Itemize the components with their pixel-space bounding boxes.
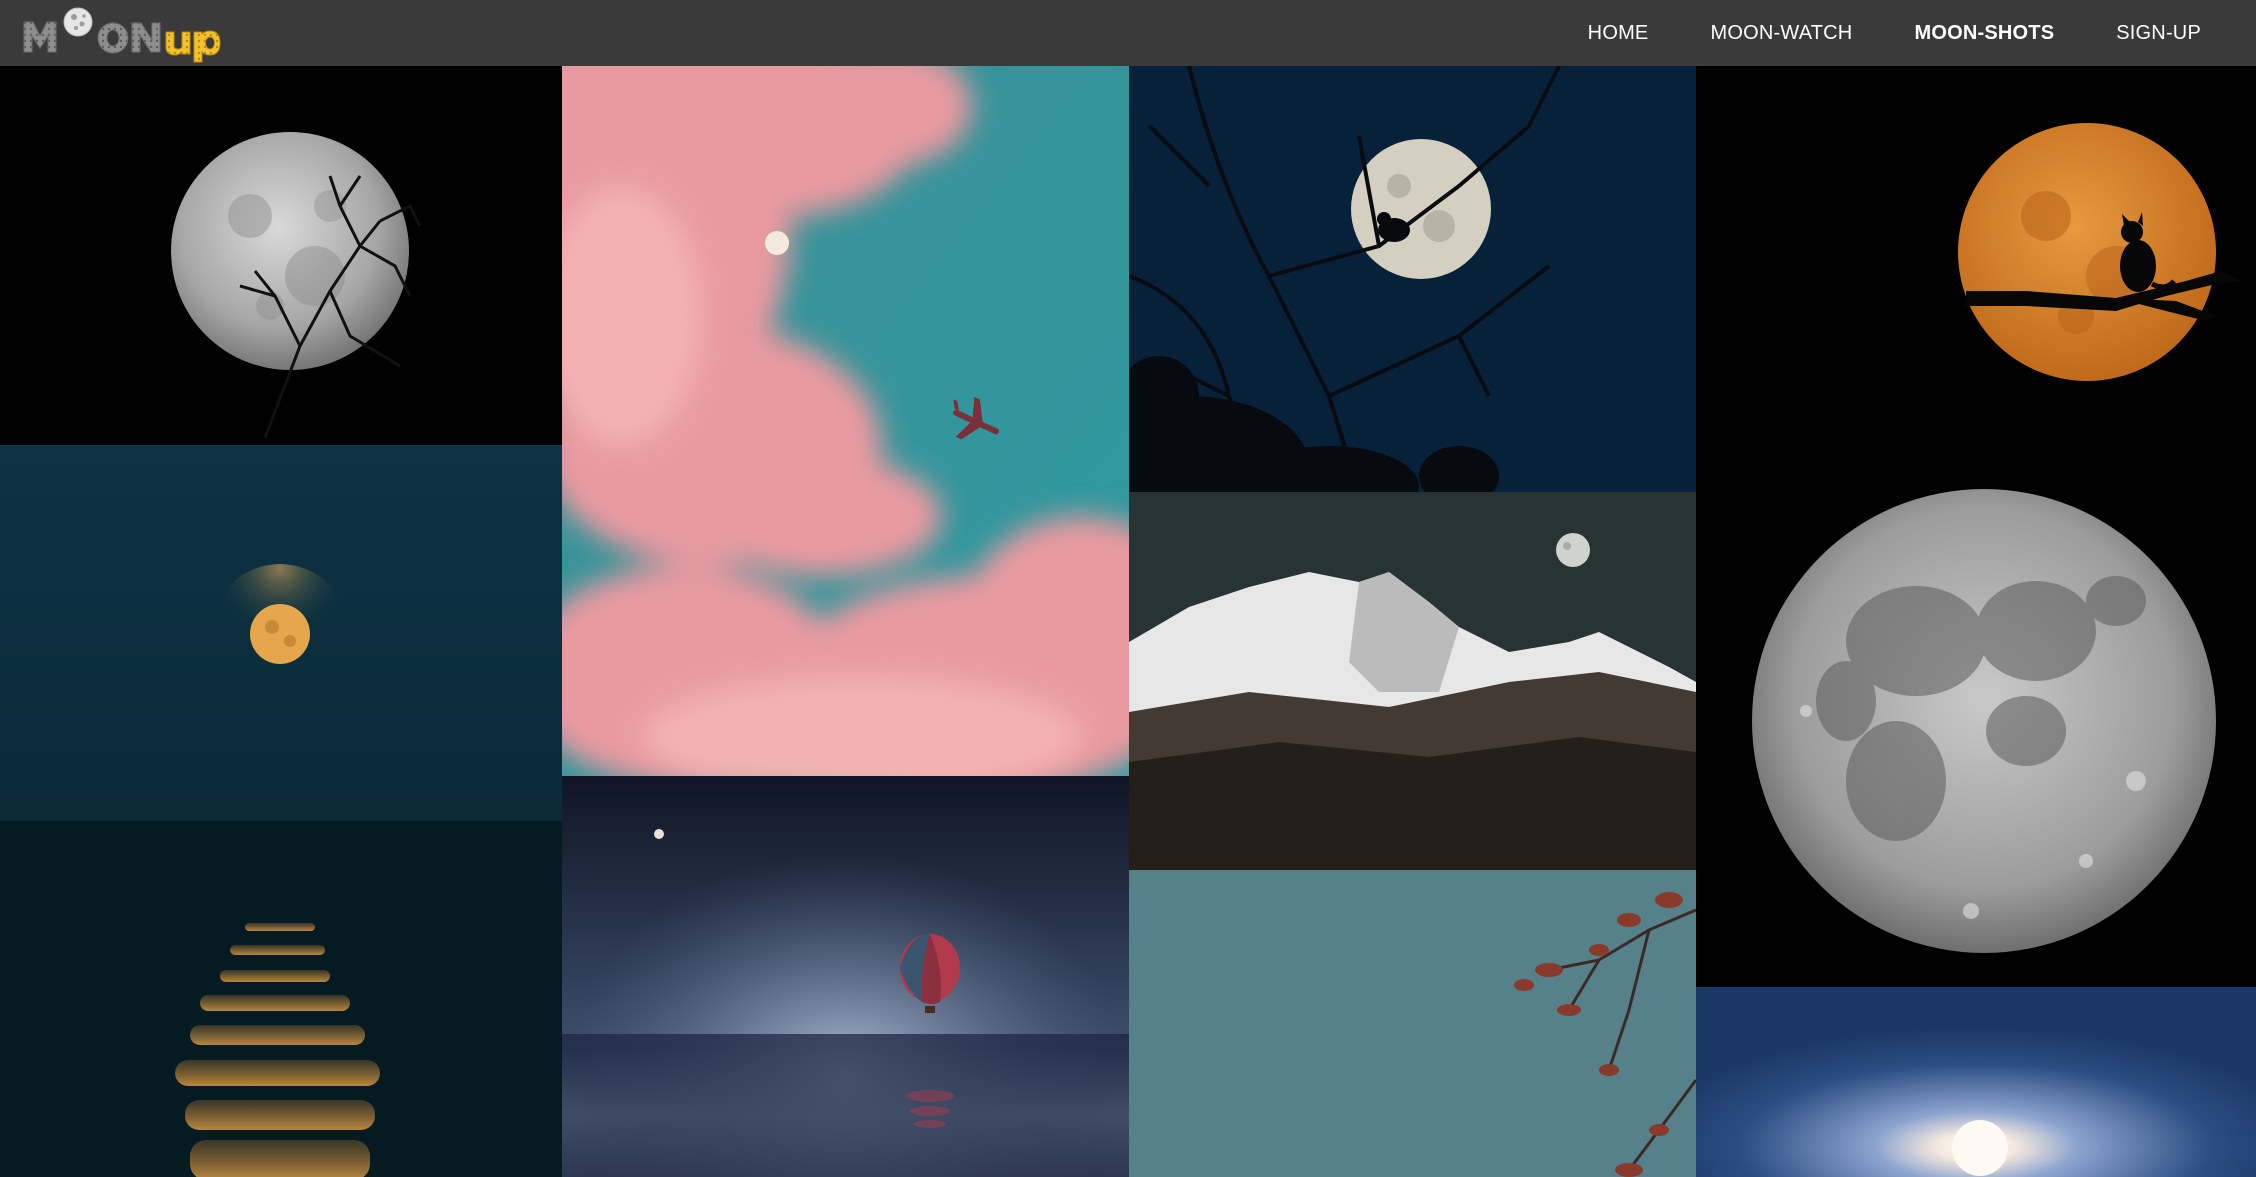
moon-over-sea-reflection-image (0, 445, 562, 1177)
photo-moon-over-snowy-mountain[interactable] (1129, 492, 1696, 870)
moon-photo-gallery (0, 66, 2256, 1177)
detailed-gray-moon-image (1696, 481, 2256, 987)
photo-bright-moon-blue-sky[interactable] (1696, 987, 2256, 1177)
photo-orange-moon-cat-silhouette[interactable] (1696, 66, 2256, 481)
branch-against-teal-sky-image (1129, 870, 1696, 1177)
photo-hot-air-balloon-over-water[interactable] (562, 776, 1129, 1177)
photo-full-moon-with-branch[interactable] (0, 66, 562, 445)
bright-moon-blue-sky-image (1696, 987, 2256, 1177)
main-nav: HOME MOON-WATCH MOON-SHOTS SIGN-UP (1557, 0, 2256, 66)
nav-home-link[interactable]: HOME (1588, 22, 1649, 45)
moon-over-snowy-mountain-image (1129, 492, 1696, 870)
nav-sign-up-link[interactable]: SIGN-UP (2116, 22, 2201, 45)
nav-moon-shots-link[interactable]: MOON-SHOTS (1914, 22, 2054, 45)
photo-moon-over-sea-reflection[interactable] (0, 445, 562, 1177)
hot-air-balloon-over-water-image (562, 776, 1129, 1177)
photo-branch-against-teal-sky[interactable] (1129, 870, 1696, 1177)
bird-on-branch-moon-image (1129, 66, 1696, 492)
photo-detailed-gray-moon[interactable] (1696, 481, 2256, 987)
photo-pink-clouds-airplane-moon[interactable] (562, 66, 1129, 776)
full-moon-with-branch-image (0, 66, 562, 445)
nav-moon-watch-link[interactable]: MOON-WATCH (1710, 22, 1852, 45)
top-navigation-bar: HOME MOON-WATCH MOON-SHOTS SIGN-UP (0, 0, 2256, 66)
photo-bird-on-branch-moon[interactable] (1129, 66, 1696, 492)
moonup-logo-graphic (23, 7, 221, 63)
pink-clouds-airplane-moon-image (562, 66, 1129, 776)
orange-moon-cat-silhouette-image (1696, 66, 2256, 481)
moonup-logo[interactable] (22, 2, 232, 64)
